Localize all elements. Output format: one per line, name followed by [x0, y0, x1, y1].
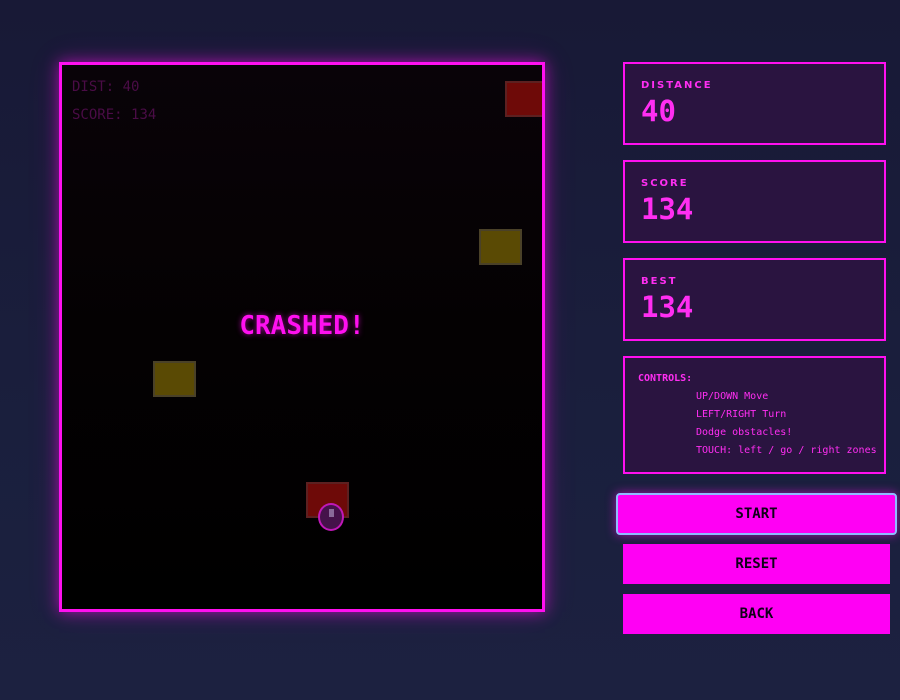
score-label: SCORE [641, 178, 689, 189]
hud-distance: DIST40 [72, 79, 139, 95]
obstacle-red-top-right [505, 81, 542, 117]
controls-title: CONTROLS: [638, 373, 693, 384]
distance-value: 40 [641, 94, 676, 128]
hud-distance-label: DIST [72, 79, 123, 95]
distance-stat-box: DISTANCE 40 [623, 62, 886, 145]
best-stat-box: BEST 134 [623, 258, 886, 341]
control-line-move: UP/DOWN Move [696, 391, 769, 402]
hud-score-label: SCORE [72, 107, 131, 123]
best-value: 134 [641, 290, 694, 324]
score-stat-box: SCORE 134 [623, 160, 886, 243]
obstacle-yellow-left [153, 361, 196, 397]
back-button[interactable]: BACK [623, 594, 890, 634]
hud-distance-value: 40 [122, 79, 140, 95]
start-button[interactable]: START [616, 493, 897, 535]
control-line-touch: TOUCH: left / go / right zones [696, 445, 877, 456]
obstacle-yellow-right [479, 229, 522, 265]
game-canvas[interactable]: DIST40 SCORE134 CRASHED! [59, 62, 545, 612]
hud-score-value: 134 [131, 107, 157, 123]
crash-message: CRASHED! [239, 311, 365, 341]
reset-button[interactable]: RESET [623, 544, 890, 584]
control-line-turn: LEFT/RIGHT Turn [696, 409, 787, 420]
player-car [318, 503, 344, 531]
score-value: 134 [641, 192, 694, 226]
hud-score: SCORE134 [72, 107, 156, 123]
distance-label: DISTANCE [641, 80, 713, 91]
control-line-dodge: Dodge obstacles! [696, 427, 793, 438]
best-label: BEST [641, 276, 678, 287]
controls-box: CONTROLS: UP/DOWN Move LEFT/RIGHT Turn D… [623, 356, 886, 474]
